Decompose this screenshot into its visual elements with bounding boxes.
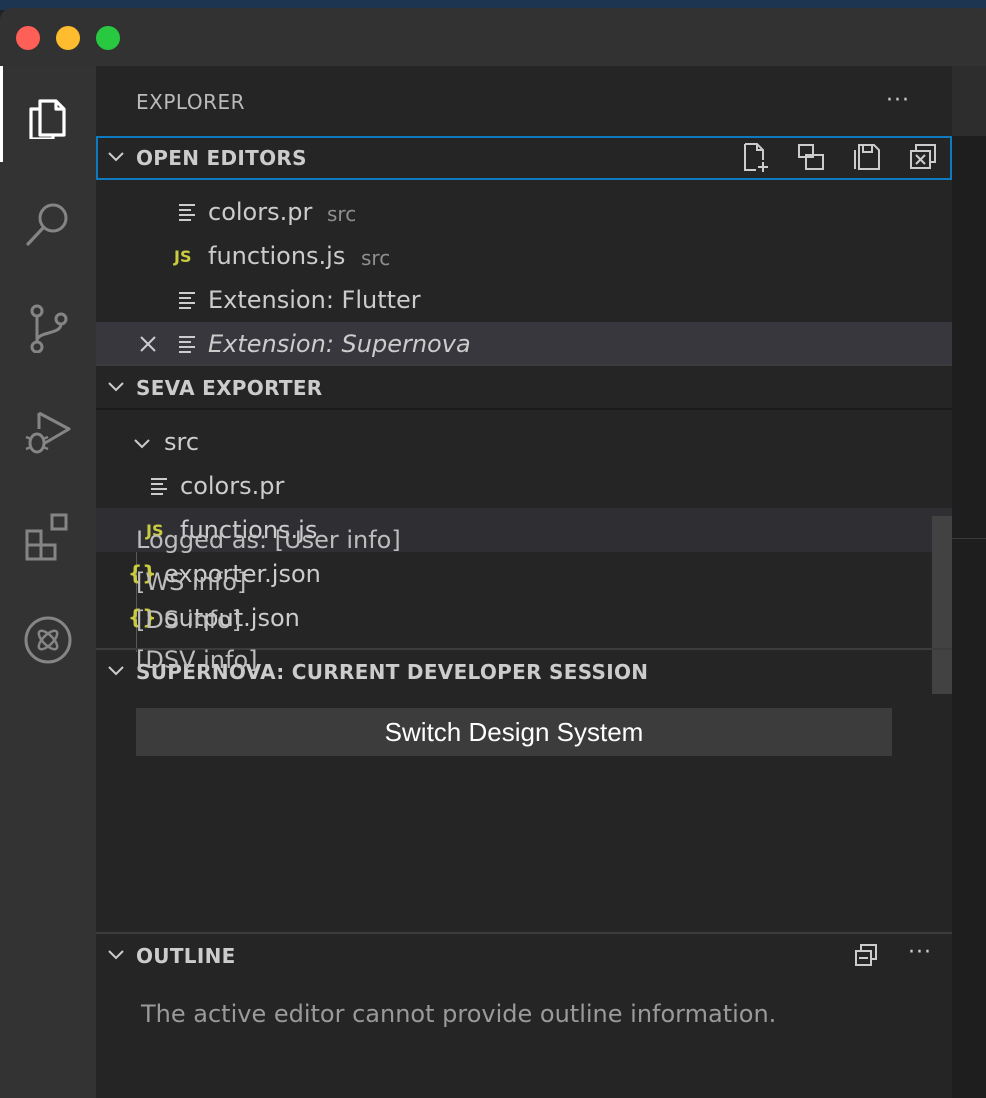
open-editor-name: Extension: Flutter — [208, 286, 421, 314]
zoom-window-button[interactable] — [96, 26, 120, 50]
outline-title: OUTLINE — [136, 944, 236, 968]
run-debug-activity[interactable] — [0, 388, 96, 476]
open-editors-title: OPEN EDITORS — [136, 146, 307, 170]
search-icon — [26, 203, 68, 246]
chevron-down-icon — [108, 666, 124, 676]
split-editor-icon[interactable] — [796, 142, 826, 172]
ds-info-text: [DS info] — [136, 606, 242, 634]
extensions-icon — [25, 513, 68, 561]
new-file-icon[interactable] — [740, 142, 770, 172]
supernova-activity[interactable] — [0, 596, 96, 684]
outline-header[interactable]: OUTLINE ··· — [96, 934, 952, 978]
file-lines-icon — [151, 478, 167, 495]
minimize-window-button[interactable] — [56, 26, 80, 50]
activity-bar — [0, 66, 96, 1098]
vscode-window: EXPLORER ··· OPEN EDITORS colors.pr src … — [0, 8, 986, 1098]
close-all-icon[interactable] — [908, 142, 938, 172]
file-name: colors.pr — [180, 472, 285, 500]
file-row[interactable]: colors.pr — [96, 464, 952, 508]
explorer-activity[interactable] — [0, 70, 96, 158]
outline-more-button[interactable]: ··· — [908, 942, 932, 964]
title-bar — [0, 8, 986, 66]
workspace-header[interactable]: SEVA EXPORTER — [96, 366, 952, 410]
save-all-icon[interactable] — [852, 142, 882, 172]
file-lines-icon — [179, 204, 195, 221]
source-control-activity[interactable] — [0, 284, 96, 372]
folder-row[interactable]: src — [96, 420, 952, 464]
close-window-button[interactable] — [16, 26, 40, 50]
open-editor-item-selected[interactable]: Extension: Supernova — [96, 322, 952, 366]
editor-tab-strip — [952, 66, 986, 136]
explorer-title: EXPLORER — [136, 90, 245, 114]
extensions-activity[interactable] — [0, 492, 96, 580]
close-icon[interactable] — [138, 334, 158, 354]
outline-empty-message: The active editor cannot provide outline… — [141, 1000, 777, 1028]
switch-design-system-button[interactable]: Switch Design System — [136, 708, 892, 756]
explorer-sidebar: EXPLORER ··· OPEN EDITORS colors.pr src … — [96, 66, 952, 1098]
folder-name: src — [164, 428, 200, 456]
explorer-more-button[interactable]: ··· — [886, 90, 910, 112]
open-editor-name: functions.js — [208, 242, 346, 270]
ws-info-text: [WS info] — [136, 568, 247, 596]
open-editor-name: colors.pr — [208, 198, 313, 226]
collapse-all-icon[interactable] — [852, 942, 880, 970]
chevron-down-icon — [108, 152, 124, 162]
chevron-down-icon — [134, 439, 150, 449]
supernova-icon — [24, 616, 72, 664]
editor-divider — [952, 538, 986, 539]
open-editor-path: src — [361, 246, 391, 270]
open-editor-item[interactable]: Extension: Flutter — [96, 278, 952, 322]
workspace-title: SEVA EXPORTER — [136, 376, 323, 400]
header-shadow — [96, 408, 952, 410]
open-editor-item[interactable]: JS functions.js src — [96, 234, 952, 278]
open-editor-path: src — [327, 202, 357, 226]
js-icon: JS — [174, 247, 192, 266]
file-lines-icon — [179, 292, 195, 309]
open-editor-name: Extension: Supernova — [208, 330, 471, 358]
chevron-down-icon — [108, 382, 124, 392]
chevron-down-icon — [108, 950, 124, 960]
explorer-header: EXPLORER ··· — [96, 66, 952, 136]
source-control-icon — [30, 304, 68, 353]
logged-as-text: Logged as: [User info] — [136, 526, 401, 554]
run-debug-icon — [25, 411, 71, 454]
open-editor-item[interactable]: colors.pr src — [96, 190, 952, 234]
dsv-info-text: [DSV info] — [136, 646, 258, 674]
open-editors-header[interactable]: OPEN EDITORS — [96, 136, 952, 180]
editor-area — [952, 66, 986, 1098]
search-activity[interactable] — [0, 180, 96, 268]
file-lines-icon — [179, 336, 195, 353]
files-icon — [29, 99, 66, 139]
